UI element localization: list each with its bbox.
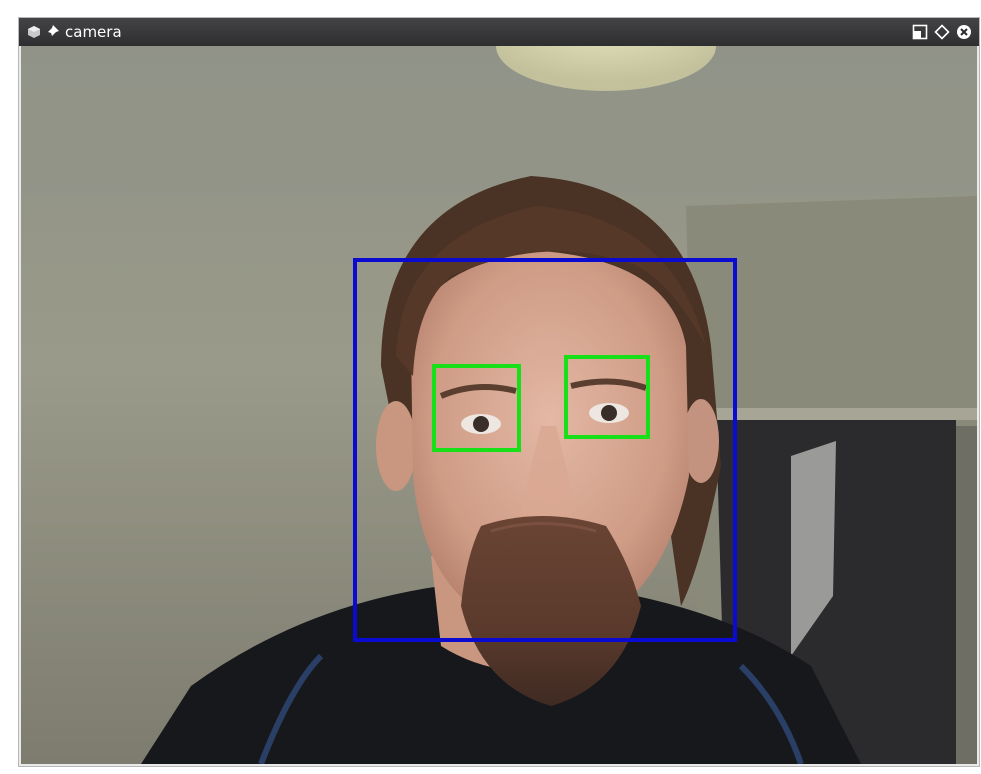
pin-icon[interactable] xyxy=(43,23,61,41)
maximize-icon[interactable] xyxy=(933,23,951,41)
title-bar[interactable]: camera xyxy=(19,18,979,46)
close-icon[interactable] xyxy=(955,23,973,41)
camera-frame-image xyxy=(21,46,977,764)
camera-feed xyxy=(21,46,977,764)
restore-icon[interactable] xyxy=(911,23,929,41)
window-title: camera xyxy=(65,23,122,41)
window-menu-icon[interactable] xyxy=(25,23,43,41)
window-controls xyxy=(911,23,973,41)
camera-window: camera xyxy=(18,17,980,767)
